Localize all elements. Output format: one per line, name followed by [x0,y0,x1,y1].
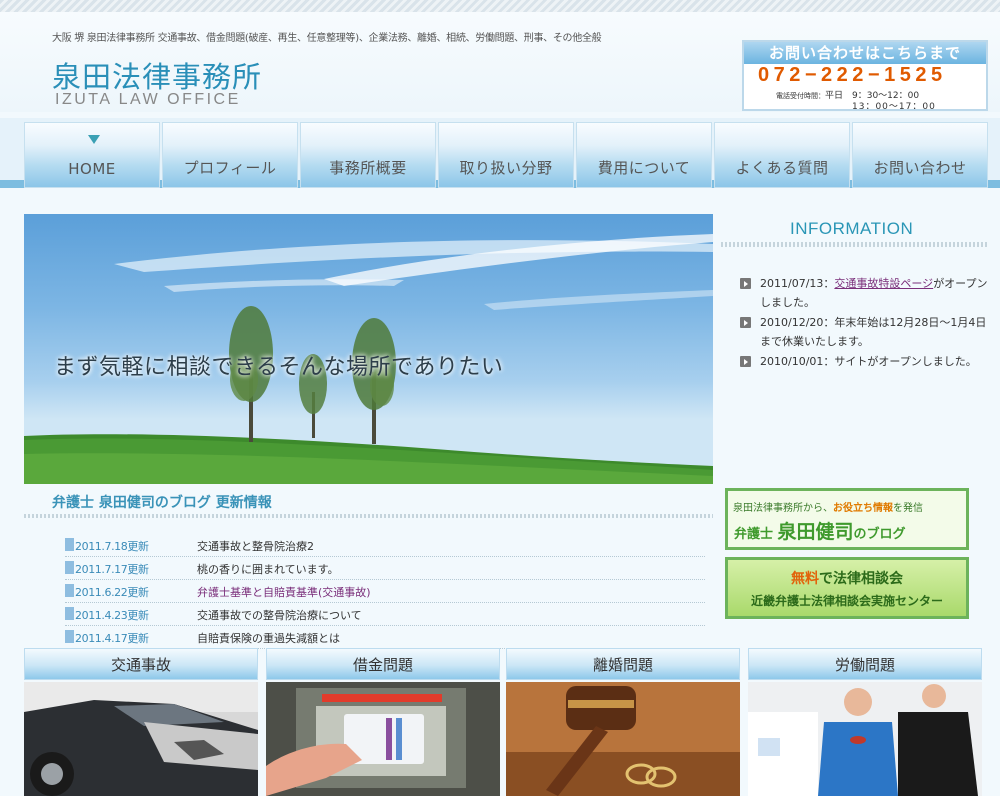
nav-office[interactable]: 事務所概要 [300,122,436,188]
information-heading: INFORMATION [790,219,914,238]
top-stripe [0,0,1000,12]
dotted-divider [721,242,989,247]
post-title-link[interactable]: 弁護士基準と自賠責基準(交通事故) [197,584,371,600]
arrow-bullet-icon [740,317,751,328]
nav-faq[interactable]: よくある質問 [714,122,850,188]
card-debt[interactable]: 借金問題 [266,648,500,796]
nav-label: 事務所概要 [329,159,407,177]
post-title-link[interactable]: 交通事故と整骨院治療2 [197,538,314,554]
nav-contact[interactable]: お問い合わせ [852,122,988,188]
practice-area-cards: 交通事故 借金問題 離婚問題 労働問題 [24,648,988,796]
free-label: 無料 [791,571,819,587]
free-consultation-banner[interactable]: 無料で法律相談会 近畿弁護士法律相談会実施センター [725,557,969,619]
update-date: 2011.4.23更新 [75,609,149,622]
card-title: 交通事故 [24,648,258,680]
site-logo[interactable]: 泉田法律事務所 [52,54,262,96]
post-title-link[interactable]: 交通事故での整骨院治療について [197,607,362,623]
info-date: 2010/12/20： [760,316,835,329]
nav-label: プロフィール [183,159,277,177]
nav-label: よくある質問 [735,159,829,177]
card-image-workers [748,682,982,796]
list-marker [65,630,74,643]
information-list: 2011/07/13：交通事故特設ページがオープンしました。 2010/12/2… [740,274,988,372]
global-nav: HOME プロフィール 事務所概要 取り扱い分野 費用について よくある質問 お… [24,122,988,190]
consult-banner-title-text: で法律相談会 [819,571,903,587]
info-item: 2010/12/20：年末年始は12月28日〜1月4日まで休業いたします。 [740,313,988,351]
contact-box: お問い合わせはこちらまで 072−222−1525 電話受付時間：平日 9：30… [742,40,988,112]
blog-banner-subtitle-c: を発信 [893,503,923,514]
card-labor[interactable]: 労働問題 [748,648,982,796]
tree-3 [352,318,396,444]
list-marker [65,584,74,597]
card-divorce[interactable]: 離婚問題 [506,648,740,796]
blog-banner-title: 弁護士 泉田健司のブログ [734,517,906,544]
info-date: 2010/10/01： [760,355,835,368]
list-marker [65,538,74,551]
update-date: 2011.7.17更新 [75,563,149,576]
arrow-bullet-icon [740,356,751,367]
nav-label: お問い合わせ [873,159,967,177]
arrow-bullet-icon [740,278,751,289]
update-date: 2011.6.22更新 [75,586,149,599]
nav-label: 費用について [597,159,691,177]
hours-label: 電話受付時間： [776,92,825,100]
blog-heading: 弁護士 泉田健司のブログ 更新情報 [52,495,272,511]
nav-label: 取り扱い分野 [459,159,553,177]
card-traffic-accident[interactable]: 交通事故 [24,648,258,796]
list-item[interactable]: 2011.6.22更新 弁護士基準と自賠責基準(交通事故) [65,580,705,603]
list-marker [65,561,74,574]
blog-banner-subtitle-a: 泉田法律事務所から、 [733,503,833,514]
blog-update-list: 2011.7.18更新 交通事故と整骨院治療2 2011.7.17更新 桃の香り… [65,534,705,649]
consult-banner-title: 無料で法律相談会 [728,568,966,588]
blog-banner-name: 泉田健司 [777,521,854,543]
blog-banner-prefix: 弁護士 [734,527,778,542]
info-date: 2011/07/13： [760,277,835,290]
card-title: 労働問題 [748,648,982,680]
nav-label: HOME [68,160,116,178]
update-date: 2011.7.18更新 [75,540,149,553]
hero-image: まず気軽に相談できるそんな場所でありたい [24,214,713,484]
hero-caption: まず気軽に相談できるそんな場所でありたい [54,355,504,380]
info-link[interactable]: 交通事故特設ページ [834,277,933,290]
blog-banner[interactable]: 泉田法律事務所から、お役立ち情報を発信 弁護士 泉田健司のブログ [725,488,969,550]
info-item: 2011/07/13：交通事故特設ページがオープンしました。 [740,274,988,312]
list-item[interactable]: 2011.4.23更新 交通事故での整骨院治療について [65,603,705,626]
nav-fees[interactable]: 費用について [576,122,712,188]
list-item[interactable]: 2011.7.18更新 交通事故と整骨院治療2 [65,534,705,557]
post-title-link[interactable]: 自賠責保険の重過失減額とは [197,630,340,646]
current-page-arrow-icon [88,135,100,144]
blog-banner-subtitle: 泉田法律事務所から、お役立ち情報を発信 [733,499,923,514]
info-item: 2010/10/01：サイトがオープンしました。 [740,352,988,371]
update-date: 2011.4.17更新 [75,632,149,645]
list-item[interactable]: 2011.7.17更新 桃の香りに囲まれています。 [65,557,705,580]
nav-home[interactable]: HOME [24,122,160,188]
site-logo-english[interactable]: IZUTA LAW OFFICE [55,91,241,109]
card-title: 借金問題 [266,648,500,680]
info-text: サイトがオープンしました。 [834,355,977,368]
site-tagline: 大阪 堺 泉田法律事務所 交通事故、借金問題(破産、再生、任意整理等)、企業法務… [52,33,602,44]
blog-banner-suffix: のブログ [853,527,906,542]
card-image-gavel [506,682,740,796]
contact-title: お問い合わせはこちらまで [744,42,986,64]
list-item[interactable]: 2011.4.17更新 自賠責保険の重過失減額とは [65,626,705,649]
post-title-link[interactable]: 桃の香りに囲まれています。 [197,561,339,577]
list-marker [65,607,74,620]
card-image-atm [266,682,500,796]
hours-line-2: 13：00〜17：00 [852,102,936,112]
consult-banner-subtitle: 近畿弁護士法律相談会実施センター [750,594,943,608]
card-title: 離婚問題 [506,648,740,680]
dotted-divider [24,514,713,518]
site-header: 大阪 堺 泉田法律事務所 交通事故、借金問題(破産、再生、任意整理等)、企業法務… [0,12,1000,112]
nav-practice-areas[interactable]: 取り扱い分野 [438,122,574,188]
phone-number[interactable]: 072−222−1525 [758,64,947,87]
card-image-car [24,682,258,796]
nav-profile[interactable]: プロフィール [162,122,298,188]
blog-banner-highlight: お役立ち情報 [833,503,893,514]
